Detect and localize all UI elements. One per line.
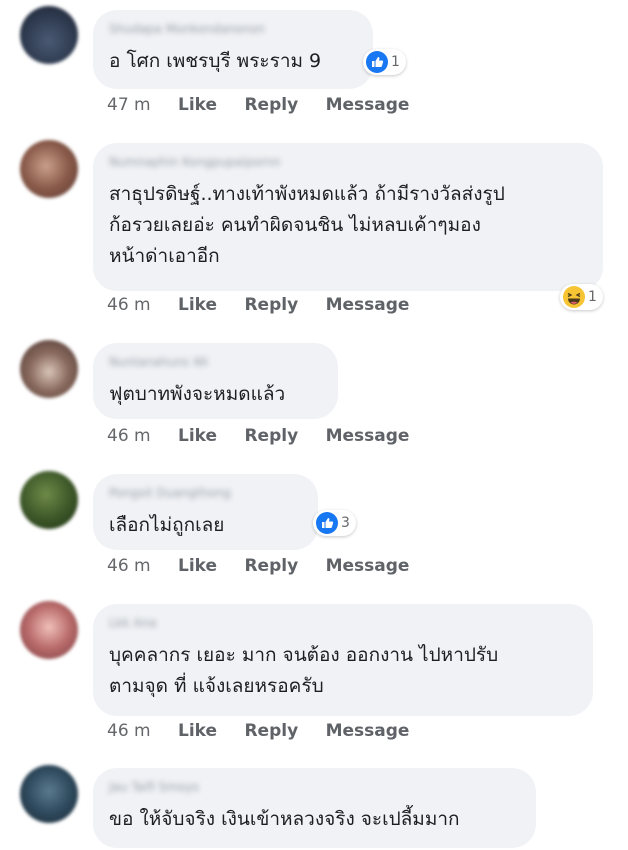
comment-bubble: Shudapa Monkondanonon อ โศก เพชรบุรี พระ… bbox=[93, 10, 373, 89]
comment-author[interactable]: Pongsit Duangthong bbox=[109, 486, 302, 500]
avatar[interactable] bbox=[20, 601, 78, 659]
comment-text: อ โศก เพชรบุรี พระราม 9 bbox=[109, 50, 322, 72]
reaction-count[interactable]: 3 bbox=[313, 510, 356, 536]
comment-bubble: Lkk Ana บุคคลากร เยอะ มาก จนต้อง ออกงาน … bbox=[93, 604, 593, 716]
reaction-count-value: 1 bbox=[588, 289, 597, 305]
like-button[interactable]: Like bbox=[178, 721, 217, 741]
reaction-count[interactable]: 1 bbox=[363, 49, 406, 75]
comment-text: ขอ ให้จับจริง เงินเข้าหลวงจริง จะเปลี้มม… bbox=[109, 808, 460, 830]
comment-actions: 47 m Like Reply Message bbox=[107, 95, 431, 115]
comment-actions: 46 m Like Reply Message bbox=[107, 295, 431, 315]
like-button[interactable]: Like bbox=[178, 426, 217, 446]
comment-actions: 46 m Like Reply Message bbox=[107, 721, 431, 741]
comment-bubble: Numnaphin Kongpupaipornn สาธุปรดิษฐ์..ทา… bbox=[93, 143, 603, 291]
reply-button[interactable]: Reply bbox=[244, 95, 298, 115]
message-button[interactable]: Message bbox=[326, 721, 410, 741]
message-button[interactable]: Message bbox=[326, 95, 410, 115]
message-button[interactable]: Message bbox=[326, 295, 410, 315]
comment-time[interactable]: 46 m bbox=[107, 556, 151, 576]
comment-text: บุคคลากร เยอะ มาก จนต้อง ออกงาน ไปหาปรับ… bbox=[109, 644, 499, 697]
comment-text: เลือกไม่ถูกเลย bbox=[109, 514, 225, 536]
reply-button[interactable]: Reply bbox=[244, 721, 298, 741]
comment-actions: 46 m Like Reply Message bbox=[107, 426, 431, 446]
comment-author[interactable]: Jau Taifi Smoys bbox=[109, 780, 520, 794]
comment-time[interactable]: 47 m bbox=[107, 95, 151, 115]
comment-time[interactable]: 46 m bbox=[107, 721, 151, 741]
comment-author[interactable]: Shudapa Monkondanonon bbox=[109, 22, 357, 36]
avatar[interactable] bbox=[20, 471, 78, 529]
reply-button[interactable]: Reply bbox=[244, 556, 298, 576]
comment-time[interactable]: 46 m bbox=[107, 295, 151, 315]
message-button[interactable]: Message bbox=[326, 426, 410, 446]
reply-button[interactable]: Reply bbox=[244, 295, 298, 315]
like-icon bbox=[366, 51, 388, 73]
avatar[interactable] bbox=[20, 140, 78, 198]
like-button[interactable]: Like bbox=[178, 95, 217, 115]
comment-author[interactable]: Numnaphin Kongpupaipornn bbox=[109, 155, 587, 169]
reaction-count[interactable]: 1 bbox=[560, 284, 603, 310]
comment-bubble: Jau Taifi Smoys ขอ ให้จับจริง เงินเข้าหล… bbox=[93, 768, 536, 848]
reaction-count-value: 3 bbox=[341, 515, 350, 531]
message-button[interactable]: Message bbox=[326, 556, 410, 576]
haha-icon bbox=[563, 286, 585, 308]
avatar[interactable] bbox=[20, 765, 78, 823]
avatar[interactable] bbox=[20, 340, 78, 398]
like-icon bbox=[316, 512, 338, 534]
comment-author[interactable]: Nuntanahuns Wi bbox=[109, 355, 322, 369]
reply-button[interactable]: Reply bbox=[244, 426, 298, 446]
comment-author[interactable]: Lkk Ana bbox=[109, 616, 577, 630]
like-button[interactable]: Like bbox=[178, 556, 217, 576]
comment-actions: 46 m Like Reply Message bbox=[107, 556, 431, 576]
comment-bubble: Pongsit Duangthong เลือกไม่ถูกเลย bbox=[93, 474, 318, 550]
comment-text: ฟุตบาทพังจะหมดแล้ว bbox=[109, 383, 286, 405]
like-button[interactable]: Like bbox=[178, 295, 217, 315]
comment-text: สาธุปรดิษฐ์..ทางเท้าพังหมดแล้ว ถ้ามีรางว… bbox=[109, 183, 505, 267]
comment-bubble: Nuntanahuns Wi ฟุตบาทพังจะหมดแล้ว bbox=[93, 343, 338, 419]
avatar[interactable] bbox=[20, 6, 78, 64]
reaction-count-value: 1 bbox=[391, 54, 400, 70]
comment-time[interactable]: 46 m bbox=[107, 426, 151, 446]
